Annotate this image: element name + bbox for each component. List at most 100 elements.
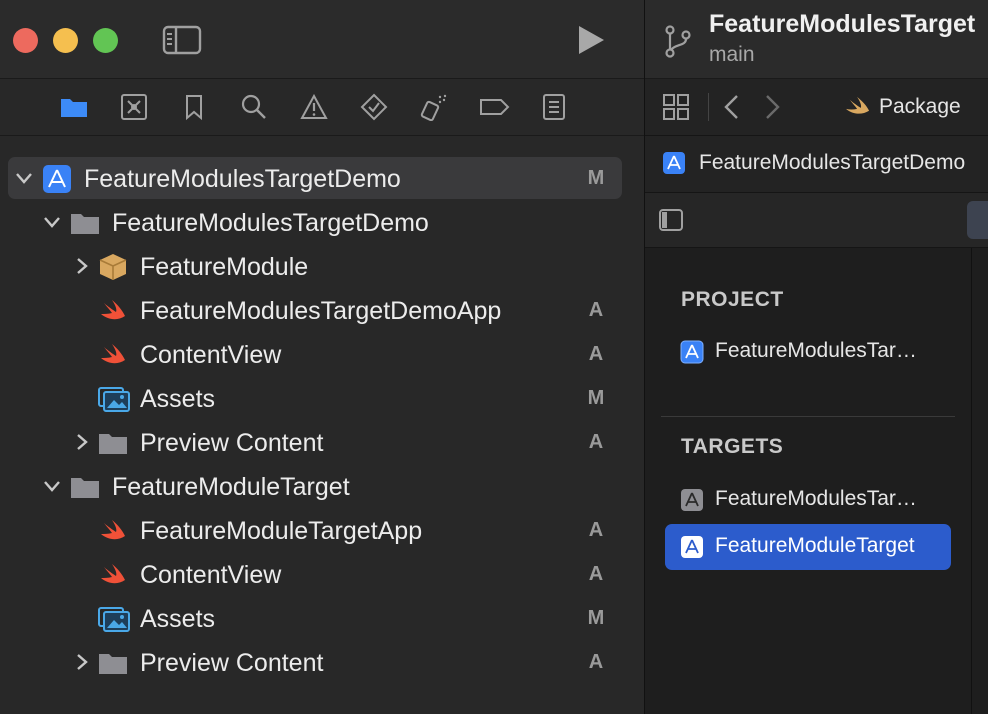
tree-row-group[interactable]: FeatureModuleTarget — [0, 465, 644, 509]
target-item-selected[interactable]: FeatureModuleTarget — [665, 524, 951, 570]
branch-icon — [665, 25, 691, 58]
close-window-button[interactable] — [13, 28, 38, 53]
chevron-down-icon[interactable] — [42, 476, 62, 496]
git-status-badge: M — [587, 607, 605, 629]
app-target-icon — [681, 489, 703, 511]
tree-row-label: Assets — [140, 605, 216, 633]
git-status-badge: A — [588, 519, 604, 541]
xcode-project-icon — [680, 340, 704, 364]
source-control-icon[interactable] — [120, 93, 148, 121]
sidebar-toggle-icon[interactable] — [162, 25, 202, 55]
folder-icon — [71, 478, 99, 498]
tree-row-label: FeatureModuleTargetApp — [140, 517, 423, 545]
git-status-badge: M — [587, 167, 605, 189]
project-item[interactable]: FeatureModulesTar… — [665, 329, 951, 375]
grid-layout-icon[interactable] — [662, 93, 690, 121]
tree-row-label: FeatureModulesTargetDemo — [84, 165, 401, 193]
swift-package-icon — [846, 96, 870, 114]
breadcrumb-package[interactable]: Package — [879, 95, 961, 119]
git-status-badge: A — [588, 343, 604, 365]
chevron-right-icon[interactable] — [72, 256, 92, 276]
git-status-badge: M — [587, 387, 605, 409]
tree-row-label: Assets — [140, 385, 216, 413]
project-section-header: PROJECT — [681, 288, 784, 311]
navigator-panel: FeatureModulesTargetDemo M FeatureModule… — [0, 0, 644, 714]
forward-chevron-icon[interactable] — [762, 93, 782, 121]
git-status-badge: A — [588, 651, 604, 673]
targets-list-panel: PROJECT FeatureModulesTar… TARGETS Featu… — [645, 248, 971, 714]
editor-panel: FeatureModulesTarget main Package Featur… — [645, 0, 988, 714]
asset-catalog-icon — [98, 387, 130, 412]
run-button[interactable] — [576, 24, 606, 56]
git-status-badge: A — [588, 563, 604, 585]
tree-row-file[interactable]: ContentView A — [0, 553, 644, 597]
package-icon — [99, 254, 127, 280]
tree-row-group[interactable]: FeatureModulesTargetDemo — [0, 201, 644, 245]
tree-row-file[interactable]: FeatureModuleTargetApp A — [0, 509, 644, 553]
list-divider — [971, 248, 972, 714]
swift-file-icon — [101, 344, 125, 364]
editor-toolbar: Package — [645, 79, 988, 136]
hide-targets-list-icon[interactable] — [658, 208, 684, 232]
minimize-window-button[interactable] — [53, 28, 78, 53]
folder-icon — [99, 654, 127, 674]
tree-row-label: ContentView — [140, 561, 282, 589]
tree-row-label: FeatureModulesTargetDemoApp — [140, 297, 502, 325]
tree-row-label: FeatureModule — [140, 253, 309, 281]
app-target-icon — [681, 536, 703, 558]
folder-icon[interactable] — [60, 93, 88, 121]
jump-bar: FeatureModulesTargetDemo — [645, 136, 988, 193]
targets-section-header: TARGETS — [681, 435, 784, 458]
project-item-label: FeatureModulesTar… — [715, 339, 917, 362]
editor-titlebar: FeatureModulesTarget main — [645, 0, 988, 79]
jump-bar-label[interactable]: FeatureModulesTargetDemo — [699, 151, 965, 175]
git-status-badge: A — [588, 431, 604, 453]
xcode-project-icon — [663, 152, 685, 174]
folder-icon — [71, 214, 99, 234]
tree-row-label: FeatureModuleTarget — [112, 473, 350, 501]
chevron-right-icon[interactable] — [72, 652, 92, 672]
git-status-badge: A — [588, 299, 604, 321]
tree-row-label: FeatureModulesTargetDemo — [112, 209, 429, 237]
search-icon[interactable] — [240, 93, 268, 121]
report-icon[interactable] — [540, 93, 568, 121]
chevron-right-icon[interactable] — [72, 432, 92, 452]
toolbar-separator — [708, 93, 709, 121]
zoom-window-button[interactable] — [93, 28, 118, 53]
swift-file-icon — [101, 564, 125, 584]
tree-row-label: Preview Content — [140, 429, 324, 457]
tree-row-project[interactable]: FeatureModulesTargetDemo M — [0, 157, 644, 201]
tree-row-label: ContentView — [140, 341, 282, 369]
test-icon[interactable] — [360, 93, 388, 121]
tree-row-group[interactable]: Preview Content A — [0, 641, 644, 685]
swift-file-icon — [101, 520, 125, 540]
tree-row-group[interactable]: Preview Content A — [0, 421, 644, 465]
debug-icon[interactable] — [420, 93, 448, 121]
editor-bar — [645, 193, 988, 248]
window-titlebar — [0, 0, 644, 79]
target-item[interactable]: FeatureModulesTar… — [665, 477, 951, 523]
target-item-label: FeatureModuleTarget — [715, 534, 915, 557]
folder-icon — [99, 434, 127, 454]
tree-row-label: Preview Content — [140, 649, 324, 677]
tree-row-package[interactable]: FeatureModule — [0, 245, 644, 289]
tree-row-file[interactable]: FeatureModulesTargetDemoApp A — [0, 289, 644, 333]
asset-catalog-icon — [98, 607, 130, 632]
tree-row-file[interactable]: ContentView A — [0, 333, 644, 377]
tree-row-file[interactable]: Assets M — [0, 377, 644, 421]
section-separator — [661, 416, 955, 417]
target-item-label: FeatureModulesTar… — [715, 487, 917, 510]
warning-icon[interactable] — [300, 93, 328, 121]
back-chevron-icon[interactable] — [722, 93, 742, 121]
tree-row-file[interactable]: Assets M — [0, 597, 644, 641]
xcode-project-icon — [43, 165, 71, 193]
chevron-down-icon[interactable] — [14, 168, 34, 188]
breakpoint-icon[interactable] — [478, 93, 510, 121]
chevron-down-icon[interactable] — [42, 212, 62, 232]
bookmark-icon[interactable] — [180, 93, 208, 121]
branch-name[interactable]: main — [709, 43, 755, 67]
navigator-toolbar — [0, 79, 644, 136]
swift-file-icon — [101, 300, 125, 320]
editor-tab-button[interactable] — [967, 201, 988, 239]
project-title: FeatureModulesTarget — [709, 10, 976, 38]
